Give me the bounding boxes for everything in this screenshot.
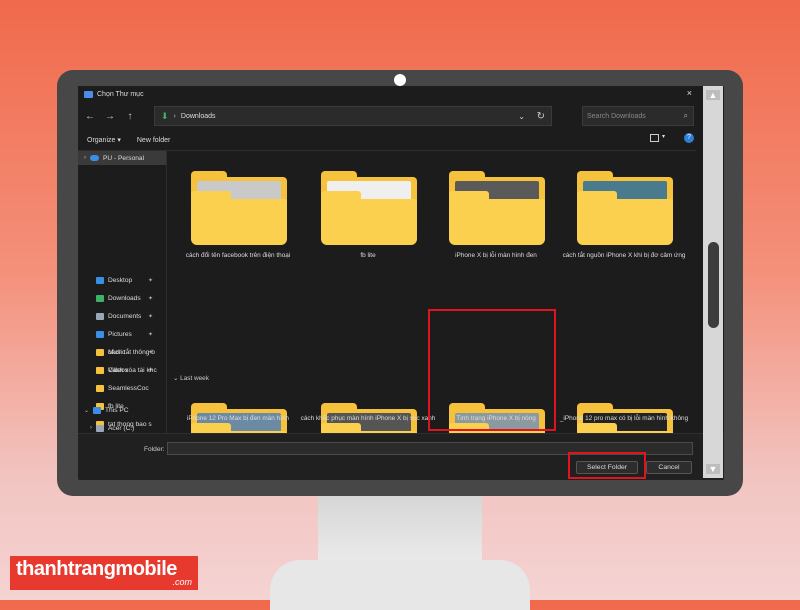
logo-text: thanhtrangmobile bbox=[16, 558, 177, 580]
sidebar-item-seamless[interactable]: SeamlessCoc bbox=[78, 381, 166, 395]
app-icon bbox=[84, 90, 93, 98]
new-folder-button[interactable]: New folder bbox=[137, 137, 170, 144]
folder-item[interactable]: cách đổi tên facebook trên điện thoại bbox=[186, 157, 290, 269]
sidebar-item-label: Acer (C:) bbox=[108, 424, 135, 432]
view-chevron-icon[interactable]: ▾ bbox=[662, 133, 665, 140]
pin-icon: ✦ bbox=[148, 295, 154, 302]
scroll-down-icon[interactable]: ▼ bbox=[706, 464, 720, 474]
folder-icon bbox=[96, 366, 104, 374]
folder-front bbox=[449, 191, 545, 245]
sidebar-item-this-pc[interactable]: ⌄ This PC bbox=[78, 403, 166, 417]
folder-item[interactable]: iPhone X bị lỗi màn hình đen bbox=[445, 157, 545, 269]
pin-icon: ✦ bbox=[148, 277, 154, 284]
path-text: Downloads bbox=[180, 112, 216, 120]
help-icon[interactable]: ? bbox=[684, 133, 694, 143]
camera-dot bbox=[394, 74, 406, 86]
folder-front bbox=[577, 191, 673, 245]
up-arrow-icon[interactable]: ↑ bbox=[120, 111, 140, 122]
scroll-thumb[interactable] bbox=[708, 242, 719, 328]
sidebar-item-downloads[interactable]: Downloads ✦ bbox=[78, 291, 166, 305]
toolbar: Organize ▾ New folder ▾ ? bbox=[78, 132, 696, 148]
computer-icon bbox=[93, 406, 102, 414]
dialog-title: Chọn Thư mục bbox=[97, 90, 144, 98]
chevron-down-icon[interactable]: ⌄ bbox=[518, 112, 525, 121]
folder-label: iPhone 12 Pro Max bị đen màn hình bbox=[187, 415, 289, 422]
document-icon bbox=[96, 312, 104, 320]
desktop-icon bbox=[96, 276, 104, 284]
drive-icon bbox=[96, 424, 104, 432]
chevron-right-icon[interactable]: › bbox=[90, 425, 92, 431]
sidebar-item-pictures[interactable]: Pictures ✦ bbox=[78, 327, 166, 341]
sidebar-item-label: PU - Personal bbox=[103, 154, 145, 162]
path-separator-icon: › bbox=[173, 112, 176, 120]
search-icon: ⌕ bbox=[683, 111, 688, 120]
page-scrollbar[interactable]: ▲ ▼ bbox=[703, 86, 723, 478]
pin-icon: ✦ bbox=[148, 331, 154, 338]
sidebar-item-label: cách tắt thông b bbox=[108, 348, 155, 356]
monitor-stand-base bbox=[270, 560, 530, 610]
sidebar-item-label: Pictures bbox=[108, 330, 132, 338]
scroll-up-icon[interactable]: ▲ bbox=[706, 90, 720, 100]
organize-button[interactable]: Organize ▾ bbox=[87, 136, 121, 144]
sidebar-item-documents[interactable]: Documents ✦ bbox=[78, 309, 166, 323]
view-mode-icon[interactable] bbox=[650, 134, 659, 142]
sidebar-item-personal[interactable]: › PU - Personal bbox=[78, 151, 166, 165]
search-placeholder: Search Downloads bbox=[587, 112, 646, 120]
folder-front bbox=[321, 191, 417, 245]
cancel-button[interactable]: Cancel bbox=[646, 461, 692, 474]
refresh-icon[interactable]: ↻ bbox=[537, 111, 545, 122]
sidebar-item-desktop[interactable]: Desktop ✦ bbox=[78, 273, 166, 287]
folder-item[interactable]: fb lite bbox=[317, 157, 417, 269]
address-bar[interactable]: ⬇ › Downloads ⌄ ↻ bbox=[154, 106, 552, 126]
picture-icon bbox=[96, 330, 104, 338]
folder-item[interactable]: cách tắt nguồn iPhone X khi bị đơ cảm ứn… bbox=[563, 157, 685, 269]
chevron-down-icon[interactable]: ⌄ bbox=[84, 407, 89, 414]
folder-label: _iPhone 12 pro max có bị lỗi màn hình kh… bbox=[559, 415, 689, 422]
navigation-bar: ← → ↑ ⬇ › Downloads ⌄ ↻ Search Downloads… bbox=[78, 104, 696, 128]
folder-field-label: Folder: bbox=[144, 446, 165, 453]
brand-logo: thanhtrangmobile .com bbox=[10, 556, 198, 590]
highlight-box-button bbox=[568, 452, 646, 479]
folder-front bbox=[191, 191, 287, 245]
search-input[interactable]: Search Downloads ⌕ bbox=[582, 106, 694, 126]
folder-label: cách đổi tên facebook trên điện thoại bbox=[185, 252, 291, 259]
pin-icon: ✦ bbox=[148, 313, 154, 320]
sidebar-item-cach-tat[interactable]: cách tắt thông b bbox=[78, 345, 166, 359]
navigation-pane: › PU - Personal Desktop ✦ Downloads ✦ Do… bbox=[78, 151, 167, 433]
folder-icon bbox=[96, 348, 104, 356]
close-icon[interactable]: × bbox=[687, 88, 692, 98]
sidebar-item-acer[interactable]: › Acer (C:) bbox=[78, 421, 166, 435]
sidebar-item-cach-xoa[interactable]: Cách xóa tài khc bbox=[78, 363, 166, 377]
sidebar-item-label: Cách xóa tài khc bbox=[108, 366, 157, 374]
dialog-titlebar: Chọn Thư mục × bbox=[78, 86, 724, 102]
group-header[interactable]: ⌄ Last week bbox=[173, 374, 209, 382]
back-arrow-icon[interactable]: ← bbox=[80, 111, 100, 122]
highlight-box-folder bbox=[428, 309, 556, 431]
onedrive-icon bbox=[90, 155, 99, 161]
download-icon: ⬇ bbox=[161, 110, 169, 121]
folder-label: cách tắt nguồn iPhone X khi bị đơ cảm ứn… bbox=[562, 252, 686, 259]
sidebar-item-label: SeamlessCoc bbox=[108, 384, 149, 392]
chevron-right-icon[interactable]: › bbox=[84, 155, 86, 161]
sidebar-item-label: Downloads bbox=[108, 294, 141, 302]
download-icon bbox=[96, 294, 104, 302]
folder-icon bbox=[96, 384, 104, 392]
group-label-text: Last week bbox=[180, 375, 209, 382]
sidebar-item-label: This PC bbox=[105, 406, 129, 414]
logo-domain: .com bbox=[172, 577, 192, 587]
sidebar-item-label: Documents bbox=[108, 312, 142, 320]
sidebar-item-label: Desktop bbox=[108, 276, 133, 284]
forward-arrow-icon[interactable]: → bbox=[100, 111, 120, 122]
